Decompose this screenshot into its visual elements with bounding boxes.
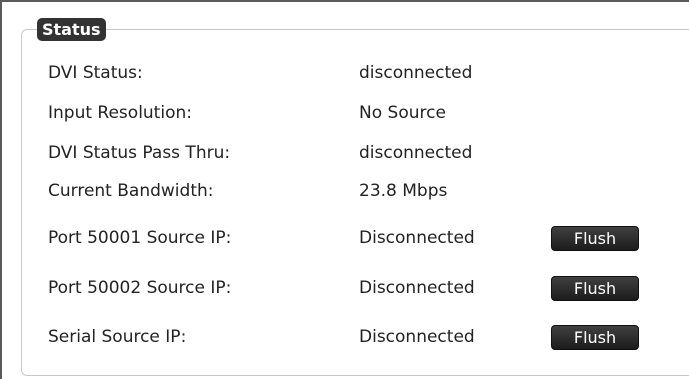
status-row-input-resolution: Input Resolution: No Source [2, 97, 689, 129]
port-50002-label: Port 50002 Source IP: [48, 278, 232, 298]
port-50002-value: Disconnected [359, 278, 475, 298]
status-row-dvi-pass-thru: DVI Status Pass Thru: disconnected [2, 137, 689, 169]
status-row-port-50001: Port 50001 Source IP: Disconnected Flush [2, 222, 689, 254]
port-50001-label: Port 50001 Source IP: [48, 228, 232, 248]
dvi-status-value: disconnected [359, 63, 473, 83]
current-bandwidth-value: 23.8 Mbps [359, 181, 448, 201]
port-50001-value: Disconnected [359, 228, 475, 248]
flush-port-50001-button[interactable]: Flush [551, 226, 639, 251]
status-row-serial-source: Serial Source IP: Disconnected Flush [2, 321, 689, 353]
flush-port-50002-button[interactable]: Flush [551, 276, 639, 301]
serial-source-label: Serial Source IP: [48, 327, 187, 347]
dvi-pass-thru-value: disconnected [359, 143, 473, 163]
dvi-pass-thru-label: DVI Status Pass Thru: [48, 143, 231, 163]
input-resolution-label: Input Resolution: [48, 103, 192, 123]
flush-serial-source-button[interactable]: Flush [551, 325, 639, 350]
status-legend: Status [37, 18, 106, 41]
current-bandwidth-label: Current Bandwidth: [48, 181, 214, 201]
status-row-current-bandwidth: Current Bandwidth: 23.8 Mbps [2, 175, 689, 207]
serial-source-value: Disconnected [359, 327, 475, 347]
input-resolution-value: No Source [359, 103, 446, 123]
status-row-dvi-status: DVI Status: disconnected [2, 57, 689, 89]
status-row-port-50002: Port 50002 Source IP: Disconnected Flush [2, 272, 689, 304]
dvi-status-label: DVI Status: [48, 63, 143, 83]
status-panel: Status DVI Status: disconnected Input Re… [0, 0, 689, 379]
